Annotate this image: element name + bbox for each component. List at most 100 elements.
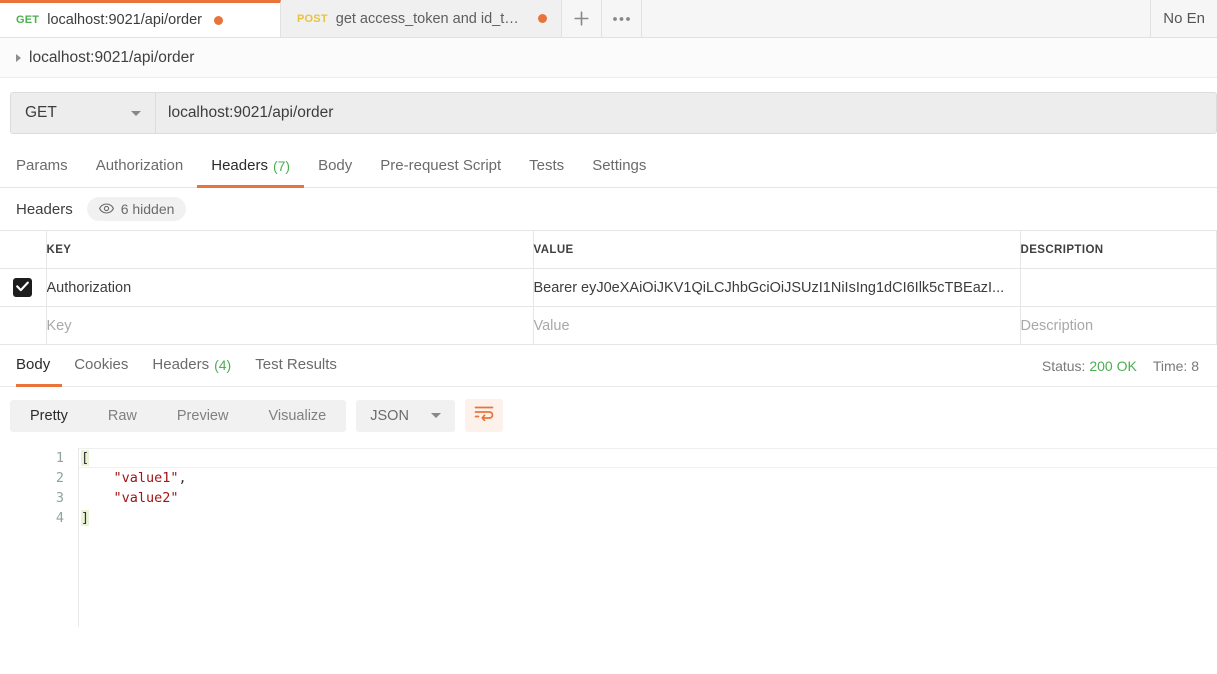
plus-icon	[573, 10, 590, 27]
tab-title: localhost:9021/api/order	[47, 12, 202, 28]
response-tab-test-results[interactable]: Test Results	[243, 345, 349, 387]
line-number: 2	[55, 470, 64, 486]
headers-title: Headers	[16, 200, 73, 218]
tab-label: Cookies	[74, 356, 129, 373]
line-number: 3	[55, 490, 64, 506]
new-header-key-input[interactable]: Key	[46, 306, 534, 345]
tab-body[interactable]: Body	[304, 146, 366, 188]
line-number: 1	[55, 450, 64, 466]
tab-label: Headers	[152, 356, 210, 373]
view-mode-visualize[interactable]: Visualize	[248, 400, 346, 432]
header-checkbox-column	[0, 230, 47, 269]
response-section-tabs: Body Cookies Headers (4) Test Results St…	[0, 345, 1217, 387]
tab-label: Body	[318, 157, 353, 174]
request-url-input[interactable]: localhost:9021/api/order	[156, 93, 1216, 133]
hidden-headers-label: 6 hidden	[120, 201, 175, 217]
code-string: "value2"	[113, 490, 179, 506]
code-line: "value1",	[79, 468, 1217, 488]
response-tab-headers[interactable]: Headers (4)	[140, 345, 243, 387]
headers-table: KEY VALUE DESCRIPTION Authorization Bear…	[0, 230, 1217, 345]
time-group: Time: 8	[1153, 358, 1199, 374]
table-header-row: KEY VALUE DESCRIPTION	[0, 230, 1217, 269]
value-placeholder: Value	[533, 317, 570, 334]
tab-authorization[interactable]: Authorization	[82, 146, 198, 188]
headers-subheader: Headers 6 hidden	[0, 188, 1217, 230]
environment-label: No En	[1163, 10, 1205, 27]
tab-settings[interactable]: Settings	[578, 146, 660, 188]
response-body-viewer[interactable]: 1 2 3 4 [ "value1", "value2" ]	[0, 442, 1217, 627]
response-format-value: JSON	[370, 407, 409, 424]
request-url-value: localhost:9021/api/order	[168, 104, 334, 121]
header-key-cell[interactable]: Authorization	[46, 268, 534, 307]
header-key-value: Authorization	[46, 279, 132, 296]
word-wrap-button[interactable]	[464, 399, 503, 432]
tab-label: Body	[16, 356, 51, 373]
line-number-gutter: 1 2 3 4	[0, 448, 78, 627]
response-body-code[interactable]: [ "value1", "value2" ]	[78, 448, 1217, 627]
line-number: 4	[55, 510, 64, 526]
response-tab-cookies[interactable]: Cookies	[62, 345, 140, 387]
tab-method-label: POST	[297, 12, 328, 25]
tab-count-badge: (7)	[272, 157, 291, 174]
request-tab-bar: GET localhost:9021/api/order POST get ac…	[0, 0, 1217, 38]
request-tab-access-token[interactable]: POST get access_token and id_token	[281, 0, 562, 37]
new-header-value-input[interactable]: Value	[533, 306, 1021, 345]
column-header-value: VALUE	[533, 230, 1021, 269]
tab-label: Authorization	[95, 157, 184, 174]
unsaved-changes-dot	[538, 14, 547, 23]
tab-title: get access_token and id_token	[335, 10, 526, 27]
view-mode-raw[interactable]: Raw	[88, 400, 157, 432]
table-row-empty: Key Value Description	[0, 306, 1217, 345]
unsaved-changes-dot	[214, 15, 223, 25]
tab-pre-request-script[interactable]: Pre-request Script	[366, 146, 515, 188]
tabbar-spacer	[642, 0, 1151, 37]
header-description-cell[interactable]	[1020, 268, 1217, 307]
status-group: Status: 200 OK	[1042, 358, 1137, 374]
code-line: ]	[79, 508, 1217, 528]
row-checkbox-cell-empty[interactable]	[0, 306, 47, 345]
response-format-dropdown[interactable]: JSON	[356, 399, 455, 432]
status-label: Status:	[1041, 357, 1086, 374]
code-line: [	[79, 448, 1217, 468]
breadcrumb-expand-icon[interactable]	[16, 53, 21, 62]
header-value-cell[interactable]: Bearer eyJ0eXAiOiJKV1QiLCJhbGciOiJSUzI1N…	[533, 268, 1021, 307]
tab-label: Test Results	[255, 356, 337, 373]
chevron-down-icon	[131, 110, 141, 116]
ellipsis-icon	[612, 16, 631, 22]
breadcrumb: localhost:9021/api/order	[0, 38, 1217, 78]
code-comma: ,	[178, 470, 187, 486]
tab-params[interactable]: Params	[16, 146, 82, 188]
tab-options-button[interactable]	[602, 0, 642, 37]
code-line: "value2"	[79, 488, 1217, 508]
view-mode-preview[interactable]: Preview	[157, 400, 249, 432]
code-bracket: [	[81, 450, 90, 466]
header-enabled-checkbox[interactable]	[13, 278, 33, 297]
tab-method-label: GET	[16, 14, 40, 26]
tab-tests[interactable]: Tests	[515, 146, 578, 188]
tab-headers[interactable]: Headers (7)	[197, 146, 305, 188]
tab-label: Params	[16, 157, 68, 174]
breadcrumb-request-name: localhost:9021/api/order	[29, 48, 195, 66]
hidden-headers-toggle[interactable]: 6 hidden	[86, 197, 187, 221]
new-header-description-input[interactable]: Description	[1020, 306, 1217, 345]
new-tab-button[interactable]	[562, 0, 602, 37]
time-label: Time:	[1152, 357, 1188, 374]
word-wrap-icon	[474, 405, 494, 426]
tab-label: Headers	[211, 157, 268, 174]
url-bar-section: GET localhost:9021/api/order	[0, 78, 1217, 146]
description-placeholder: Description	[1020, 317, 1094, 334]
row-checkbox-cell[interactable]	[0, 268, 47, 307]
tab-label: Tests	[529, 157, 565, 174]
response-tab-body[interactable]: Body	[16, 345, 63, 387]
eye-icon	[98, 201, 114, 217]
column-header-description: DESCRIPTION	[1020, 230, 1217, 269]
environment-selector[interactable]: No En	[1150, 0, 1217, 37]
table-row: Authorization Bearer eyJ0eXAiOiJKV1QiLCJ…	[0, 268, 1217, 307]
view-mode-pretty[interactable]: Pretty	[10, 400, 88, 432]
code-string: "value1"	[113, 470, 179, 486]
request-tab-get-order[interactable]: GET localhost:9021/api/order	[0, 0, 281, 37]
column-header-key: KEY	[46, 230, 534, 269]
response-meta: Status: 200 OK Time: 8	[1042, 358, 1201, 374]
http-method-dropdown[interactable]: GET	[11, 93, 156, 133]
